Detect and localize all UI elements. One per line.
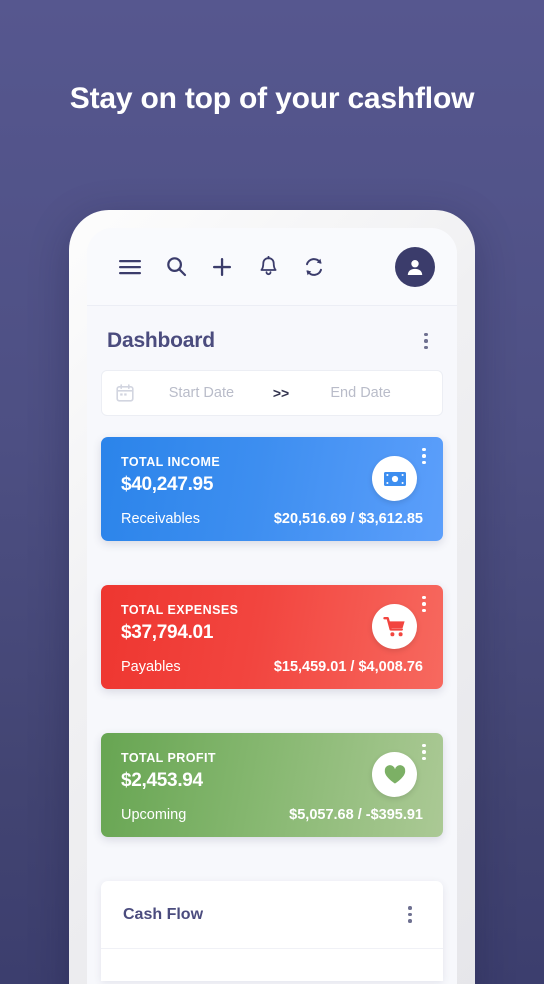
total-profit-card[interactable]: TOTAL PROFIT $2,453.94 Upcoming $5,057.6… <box>101 733 443 837</box>
calendar-icon <box>116 384 134 402</box>
date-range-picker[interactable]: Start Date >> End Date <box>101 370 443 416</box>
expenses-card-foot-value: $15,459.01 / $4,008.76 <box>273 659 423 675</box>
cash-flow-panel: Cash Flow <box>101 881 443 981</box>
page-overflow-menu-icon[interactable] <box>415 328 437 354</box>
cash-flow-title: Cash Flow <box>123 905 204 923</box>
search-icon[interactable] <box>153 244 199 290</box>
bell-icon[interactable] <box>245 244 291 290</box>
plus-icon[interactable] <box>199 244 245 290</box>
profit-card-overflow-menu-icon[interactable] <box>413 739 435 765</box>
shopping-cart-icon <box>372 604 417 649</box>
profit-card-footer: Upcoming $5,057.68 / -$395.91 <box>121 807 423 823</box>
income-card-footer: Receivables $20,516.69 / $3,612.85 <box>121 511 423 527</box>
income-card-overflow-menu-icon[interactable] <box>413 443 435 469</box>
dashboard-content: Dashboard Start Date >> End Date TOTAL I… <box>87 306 457 984</box>
refresh-icon[interactable] <box>291 244 337 290</box>
income-card-foot-label: Receivables <box>121 511 200 527</box>
cash-flow-overflow-menu-icon[interactable] <box>399 902 421 928</box>
expenses-card-footer: Payables $15,459.01 / $4,008.76 <box>121 659 423 675</box>
income-card-foot-value: $20,516.69 / $3,612.85 <box>273 511 423 527</box>
phone-screen: Dashboard Start Date >> End Date TOTAL I… <box>87 228 457 984</box>
hamburger-menu-icon[interactable] <box>107 244 153 290</box>
profit-card-foot-label: Upcoming <box>121 807 187 823</box>
profit-card-foot-value: $5,057.68 / -$395.91 <box>289 807 423 823</box>
total-expenses-card[interactable]: TOTAL EXPENSES $37,794.01 Payables $15,4… <box>101 585 443 689</box>
start-date-input[interactable]: Start Date <box>134 385 269 401</box>
end-date-input[interactable]: End Date <box>293 385 428 401</box>
cash-flow-header: Cash Flow <box>101 881 443 949</box>
banknote-icon <box>372 456 417 501</box>
page-header: Dashboard <box>101 306 443 370</box>
phone-frame: Dashboard Start Date >> End Date TOTAL I… <box>69 210 475 984</box>
heart-icon <box>372 752 417 797</box>
promo-headline: Stay on top of your cashflow <box>69 82 475 115</box>
total-income-card[interactable]: TOTAL INCOME $40,247.95 Receivables $20,… <box>101 437 443 541</box>
expenses-card-foot-label: Payables <box>121 659 181 675</box>
page-title: Dashboard <box>107 329 215 352</box>
app-bar <box>87 228 457 306</box>
date-range-separator: >> <box>272 385 290 401</box>
user-avatar-icon[interactable] <box>395 246 435 287</box>
expenses-card-overflow-menu-icon[interactable] <box>413 591 435 617</box>
